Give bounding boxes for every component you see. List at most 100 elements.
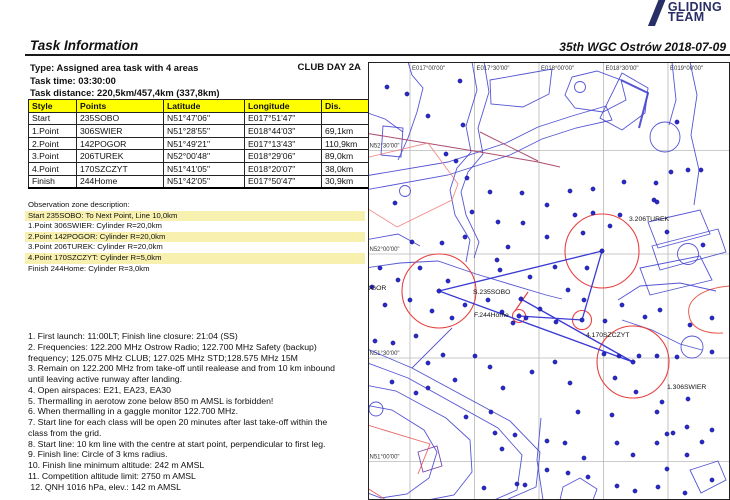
table-cell: E017°51'47" [244, 111, 322, 126]
airspace-circle [399, 185, 411, 197]
waypoint-dot [499, 446, 505, 452]
task-point-label: 2.142POGOR [368, 285, 386, 292]
waypoint-dot [585, 474, 591, 480]
waypoint-dot [372, 338, 378, 344]
waypoint-dot [642, 314, 648, 320]
airspace-boundary [559, 477, 598, 500]
table-cell: N51°49'21" [163, 136, 245, 151]
briefing-note-line: class from the grid. [28, 427, 102, 438]
waypoint-dot [565, 287, 571, 293]
airspace-boundary [688, 285, 730, 334]
waypoint-dot [684, 452, 690, 458]
waypoint-dot [709, 315, 715, 321]
waypoint-dot [544, 234, 550, 240]
longitude-label: E017°00'00" [412, 66, 445, 72]
observation-zone-section: Observation zone description: Start 235S… [25, 200, 365, 274]
briefing-note-line: 1. First launch: 11:00LT; Finish line cl… [28, 331, 238, 341]
waypoint-dot [544, 438, 550, 444]
observation-zone-line: 3.Point 206TUREK: Cylinder R=20,0km [28, 242, 163, 252]
waypoint-dot [488, 409, 494, 415]
waypoint-dot [601, 351, 607, 357]
waypoint-dot [572, 212, 578, 218]
table-cell: 1.Point [28, 124, 77, 138]
waypoint-dot [575, 409, 581, 415]
briefing-note-line: 9. Finish line: Circle of 3 kms radius. [28, 449, 168, 460]
waypoint-dot [655, 484, 661, 490]
table-row: 4.Point 170SZCZYT N51°41'05" E018°20'07" 38,… [28, 161, 407, 176]
waypoint-dot [590, 186, 596, 192]
waypoint-dot [698, 167, 704, 173]
waypoint-dot [685, 396, 691, 402]
waypoint-dot [657, 307, 663, 313]
map-border [368, 62, 730, 500]
competition-title: 35th WGC Ostrów 2018-07-09 [559, 40, 726, 54]
waypoint-dot [425, 360, 431, 366]
waypoint-dot [633, 389, 639, 395]
waypoint-dot [439, 240, 445, 246]
table-cell: N51°41'05" [163, 161, 245, 176]
table-cell: E018°20'07" [244, 161, 322, 176]
waypoint-dot [682, 490, 688, 496]
longitude-label: E017°30'00" [477, 66, 510, 72]
waypoint-dot [404, 91, 410, 97]
waypoint-dot [522, 482, 528, 488]
task-point-label: 1.306SWIER [667, 384, 706, 391]
task-point-label: F.244Home [474, 312, 509, 319]
waypoint-dot [668, 169, 674, 175]
table-cell: 2.Point [28, 136, 77, 151]
table-cell: 206TUREK [76, 149, 164, 163]
waypoint-dot [544, 202, 550, 208]
briefing-note-line: 7. Start line for each class will be ope… [28, 417, 328, 427]
waypoint-dot [377, 265, 383, 271]
table-cell: 142POGOR [76, 136, 164, 151]
waypoint-dot [429, 308, 435, 314]
column-header: Dis. [321, 99, 372, 113]
waypoint-dot [495, 219, 501, 225]
waypoint-dot [514, 481, 520, 487]
waypoint-dot [614, 483, 620, 489]
waypoint-dot [537, 306, 543, 312]
waypoint-dot [390, 340, 396, 346]
table-row: 2.Point 142POGOR N51°49'21" E017°13'43" 110,… [28, 136, 407, 151]
task-point-dot [579, 317, 585, 323]
waypoint-dot [494, 257, 500, 263]
waypoint-dot [553, 319, 559, 325]
waypoint-dot [460, 122, 466, 128]
waypoint-dot [512, 432, 518, 438]
waypoint-dot [654, 440, 660, 446]
waypoint-dot [425, 385, 431, 391]
waypoint-dot [440, 352, 446, 358]
waypoint-dot [510, 320, 516, 326]
task-point-dot [516, 313, 522, 319]
waypoint-dot [614, 440, 620, 446]
briefing-note-line: 10. Finish line minimum altitude: 242 m … [28, 460, 205, 470]
waypoint-dot [497, 267, 503, 273]
table-cell: N51°47'06" [163, 111, 245, 126]
waypoint-dot [413, 390, 419, 396]
table-cell: Finish [28, 174, 77, 189]
british-gliding-team-logo: BRITISH GLIDING TEAM [647, 0, 722, 26]
airspace-boundary [689, 460, 727, 494]
waypoint-dot [709, 477, 715, 483]
waypoint-dot [425, 113, 431, 119]
table-cell: Start [28, 111, 77, 126]
table-cell: E018°44'03" [244, 124, 322, 138]
table-row: Finish 244Home N51°42'05" E017°50'47" 30,9km… [28, 174, 407, 189]
waypoint-dot [527, 274, 533, 280]
waypoint-dot [670, 430, 676, 436]
header-rule [25, 54, 730, 56]
waypoint-dot [413, 333, 419, 339]
observation-zone-line: Finish 244Home: Cylinder R=3,0km [28, 263, 150, 273]
task-point-dot [599, 248, 605, 254]
waypoint-table: Style Points Latitude Longitude Dis. Crs. Sta… [28, 99, 407, 190]
waypoint-dot [520, 220, 526, 226]
waypoint-dot [584, 265, 590, 271]
waypoint-dot [654, 409, 660, 415]
waypoint-dot [544, 467, 550, 473]
waypoint-dot [395, 277, 401, 283]
waypoint-dot [654, 199, 660, 205]
task-point-label: S.235SOBO [473, 289, 510, 296]
latitude-label: N51°00'00" [370, 455, 400, 461]
waypoint-table-header: Style Points Latitude Longitude Dis. Crs. [28, 99, 407, 113]
task-day-badge: CLUB DAY 2A [297, 62, 361, 73]
